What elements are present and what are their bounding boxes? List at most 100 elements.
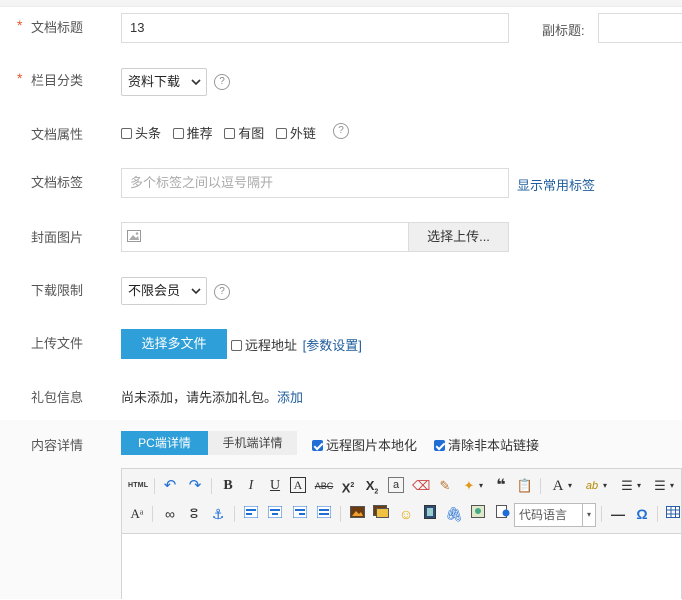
toolbar-separator [234,506,235,522]
cover-upload-button[interactable]: 选择上传... [409,222,509,252]
chevron-down-icon[interactable]: ▾ [603,481,607,490]
attachment-icon[interactable]: 🖇 [445,505,463,523]
title-input[interactable]: 13 [121,13,509,43]
download-limit-value: 不限会员 [128,283,181,298]
subscript-icon[interactable]: X2 [363,477,381,496]
chevron-down-icon[interactable]: ▾ [670,481,674,490]
required-mark: * [17,17,23,33]
toolbar-separator [154,478,155,494]
code-language-placeholder: 代码语言 [519,508,568,522]
chevron-down-icon[interactable]: ▾ [637,481,641,490]
toolbar-separator [152,506,153,522]
align-left-icon[interactable] [242,505,260,523]
horizontal-rule-icon[interactable]: — [609,505,627,523]
title-label: 文档标题 [31,20,84,35]
highlight-icon[interactable]: ab [583,477,601,495]
download-limit-select[interactable]: 不限会员 [121,277,207,305]
anchor-icon[interactable]: ⚓ [209,505,227,523]
font-border-icon[interactable]: A [290,477,306,493]
chevron-down-icon [191,278,201,315]
unlink-icon[interactable]: ⵓ [185,505,203,523]
font-color-icon[interactable]: A [549,477,567,495]
attributes-group: 头条 推荐 有图 外链 [121,123,316,142]
remote-img-group: 远程图片本地化 [312,435,417,454]
quote-icon[interactable]: ❝ [492,477,510,495]
tags-input[interactable]: 多个标签之间以逗号隔开 [121,168,509,198]
font-size-icon[interactable]: Aᵃ [128,505,146,523]
gift-text: 尚未添加，请先添加礼包。 [121,390,278,405]
bold-icon[interactable]: B [219,477,237,495]
checkbox[interactable] [172,128,184,139]
checkbox[interactable] [224,128,236,139]
eraser-icon[interactable]: ⌫ [412,477,430,495]
cover-input[interactable] [121,222,409,252]
upload-label: 上传文件 [31,336,84,351]
strikethrough-icon[interactable]: ABC [314,477,334,495]
param-settings-link[interactable]: [参数设置] [303,338,362,353]
tab-mobile-detail[interactable]: 手机端详情 [208,431,297,455]
chevron-down-icon[interactable]: ▾ [479,481,483,490]
category-select[interactable]: 资料下载 [121,68,207,96]
subtitle-label: 副标题: [542,23,585,38]
map-icon[interactable] [469,505,487,523]
help-icon[interactable]: ? [214,284,230,300]
attr-external-link[interactable]: 外链 [275,126,316,141]
gift-info: 尚未添加，请先添加礼包。添加 [121,387,303,406]
italic-icon[interactable]: I [242,477,260,495]
code-language-select[interactable]: 代码语言 ▾ [514,503,596,527]
format-match-icon[interactable]: a [388,477,404,493]
tags-label: 文档标签 [31,175,84,190]
emoji-icon[interactable]: ☺ [397,505,415,523]
toolbar-separator [340,506,341,522]
brush-icon[interactable]: ✎ [436,477,454,495]
align-justify-icon[interactable] [315,505,333,523]
align-center-icon[interactable] [266,505,284,523]
remote-addr-checkbox[interactable] [231,340,242,351]
subtitle-input[interactable] [598,13,682,43]
checkbox[interactable] [275,128,287,139]
select-multiple-files-button[interactable]: 选择多文件 [121,329,227,359]
help-icon[interactable]: ? [214,74,230,90]
underline-icon[interactable]: U [266,477,284,495]
paste-icon[interactable]: 📋 [516,477,534,495]
help-icon[interactable]: ? [333,123,349,139]
tab-pc-detail[interactable]: PC端详情 [121,431,208,455]
clear-links-label: 清除非本站链接 [448,438,540,453]
content-label: 内容详情 [31,438,84,453]
cover-label: 封面图片 [31,230,84,245]
remote-img-checkbox[interactable] [312,440,323,451]
editor-content[interactable] [122,534,681,600]
category-value: 资料下载 [128,74,181,89]
chevron-down-icon: ▾ [582,504,595,526]
magic-icon[interactable]: ✦ [460,477,478,495]
unordered-list-icon[interactable]: ☰ [651,477,669,495]
toolbar-separator [601,506,602,522]
undo-icon[interactable]: ↶ [161,477,179,495]
attr-headline[interactable]: 头条 [121,126,161,141]
attr-recommend[interactable]: 推荐 [172,126,213,141]
align-right-icon[interactable] [291,505,309,523]
clear-links-checkbox[interactable] [434,440,445,451]
superscript-icon[interactable]: X2 [339,477,357,495]
video-icon[interactable] [421,505,439,523]
redo-icon[interactable]: ↷ [186,477,204,495]
top-bar [0,0,682,7]
chevron-down-icon[interactable]: ▾ [568,481,572,490]
special-char-icon[interactable]: Ω [633,505,651,523]
table-icon[interactable] [664,505,682,523]
gift-add-link[interactable]: 添加 [277,390,303,405]
html-icon[interactable]: HTML [128,482,148,489]
image-icon[interactable] [348,505,366,523]
toolbar-separator [211,478,212,494]
attr-has-image[interactable]: 有图 [224,126,264,141]
category-label: 栏目分类 [31,73,84,88]
remote-addr-group: 远程地址 [参数设置] [231,335,362,354]
show-common-tags-link[interactable]: 显示常用标签 [517,175,595,194]
multi-image-icon[interactable] [372,505,390,523]
toolbar-separator [657,506,658,522]
remote-img-label: 远程图片本地化 [326,438,418,453]
link-icon[interactable]: ∞ [161,505,179,523]
checkbox[interactable] [121,128,132,139]
ordered-list-icon[interactable]: ☰ [618,477,636,495]
code-icon[interactable] [494,505,512,523]
